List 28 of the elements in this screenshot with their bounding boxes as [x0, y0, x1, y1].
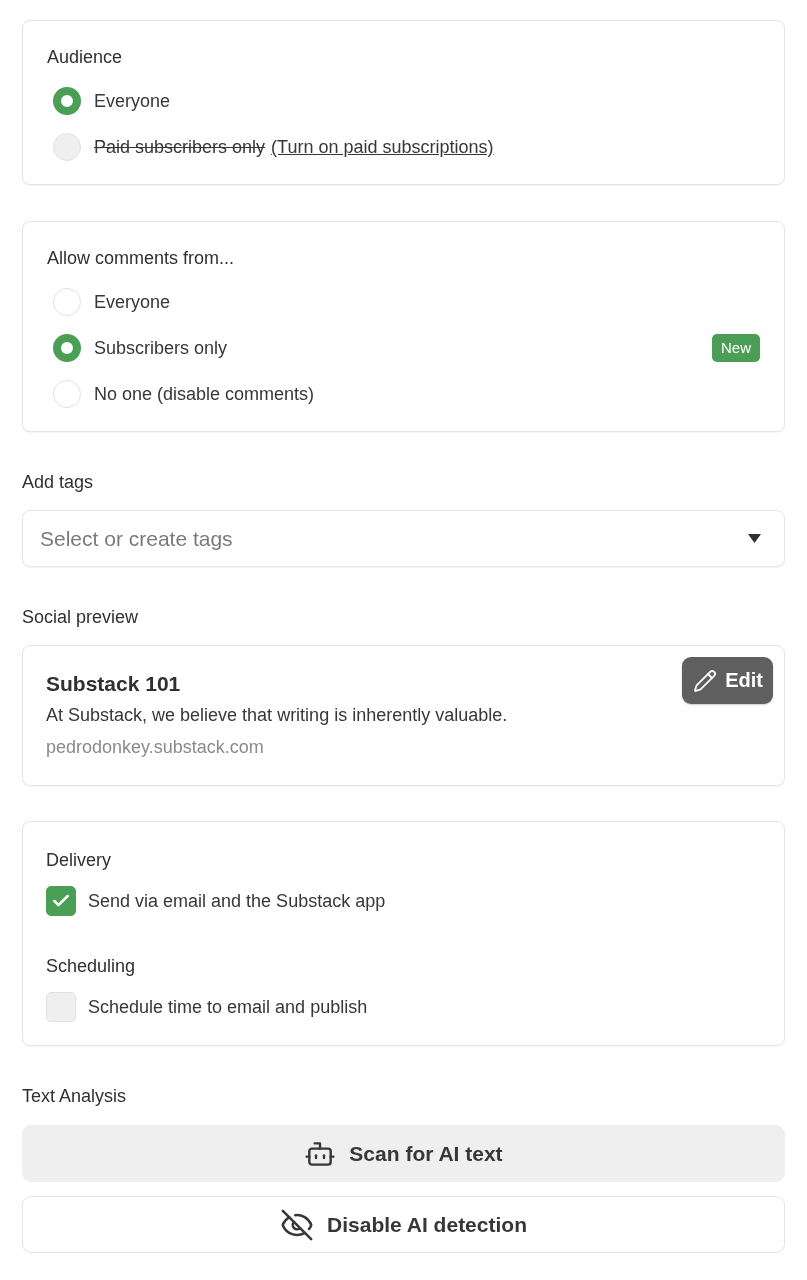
- section-label: Text Analysis: [22, 1085, 128, 1107]
- radio-label: Everyone: [94, 90, 171, 113]
- radio-label: No one (disable comments): [94, 383, 315, 406]
- section-label: Social preview: [22, 606, 140, 628]
- radio-button[interactable]: [53, 87, 81, 115]
- new-badge: New: [712, 334, 760, 362]
- radio-label: Paid subscribers only: [94, 136, 266, 159]
- eye-off-icon: [280, 1207, 315, 1242]
- card-title: Scheduling: [46, 955, 137, 978]
- preview-description: At Substack, we believe that writing is inherently valuable.: [46, 704, 509, 727]
- disable-button[interactable]: Disable AI detection: [22, 1196, 785, 1253]
- scan-button[interactable]: Scan for AI text: [22, 1125, 785, 1182]
- preview-title: Substack 101: [46, 671, 182, 697]
- radio-label: Everyone: [94, 291, 171, 314]
- preview-url: pedrodonkey.substack.com: [46, 736, 265, 759]
- checkbox-label: Schedule time to email and publish: [88, 996, 368, 1019]
- edit-button[interactable]: Edit: [682, 657, 773, 704]
- caret-icon: [748, 534, 761, 543]
- card-title: Allow comments from...: [47, 247, 236, 270]
- card-title: Delivery: [46, 849, 112, 872]
- tags-dropdown[interactable]: Select or create tags: [22, 510, 785, 567]
- radio-label: Subscribers only: [94, 337, 228, 360]
- radio-button[interactable]: [53, 334, 81, 362]
- pencil-icon: [693, 668, 718, 693]
- section-label: Add tags: [22, 471, 95, 493]
- checkbox[interactable]: [46, 886, 76, 916]
- checkbox-label: Send via email and the Substack app: [88, 890, 386, 913]
- card-title: Audience: [47, 46, 124, 69]
